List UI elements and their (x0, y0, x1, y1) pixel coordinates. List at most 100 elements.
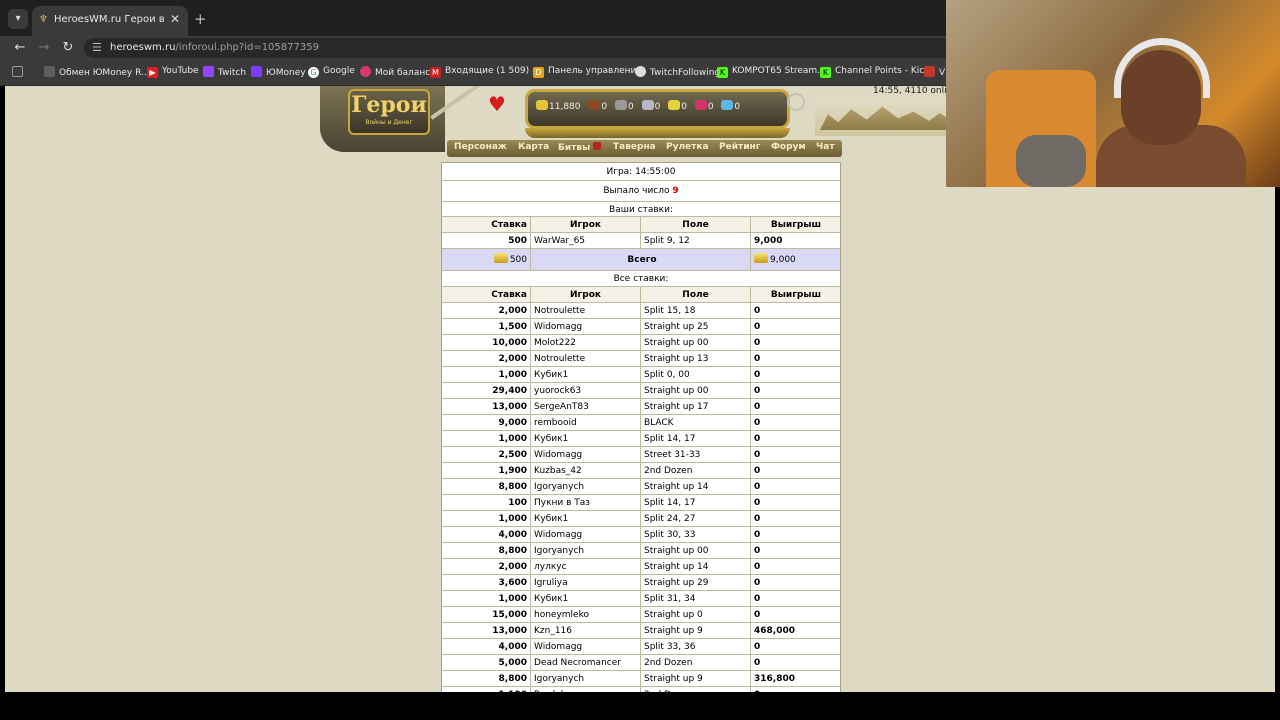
bet-player[interactable]: Пукни в Таз (531, 495, 641, 511)
bookmark-2[interactable]: Twitch (203, 66, 246, 80)
ring-icon[interactable] (787, 93, 805, 111)
apps-icon[interactable] (12, 66, 27, 80)
resources-ornament (525, 128, 790, 138)
bookmark-3[interactable]: ЮMoney (251, 66, 306, 80)
bet-player[interactable]: лулкус (531, 559, 641, 575)
bet-player[interactable]: Igruliya (531, 575, 641, 591)
bet-row: 29,400 yuorock63 Straight up 00 0 (442, 383, 840, 399)
bookmark-10[interactable]: K Channel Points - Kic... (820, 66, 933, 80)
reload-icon[interactable]: ↻ (60, 40, 76, 56)
nav-chat[interactable]: Чат (816, 142, 835, 155)
col-player: Игрок (531, 287, 641, 303)
browser-tab[interactable]: ♆ HeroesWM.ru Герои войны и , ✕ (32, 6, 188, 36)
bet-player[interactable]: SergeAnT83 (531, 399, 641, 415)
bet-win: 0 (754, 322, 761, 332)
nav-rating[interactable]: Рейтинг (719, 142, 760, 155)
nav-map[interactable]: Карта (518, 142, 549, 155)
site-info-icon[interactable]: ☰ (92, 41, 102, 54)
bet-field: Split 14, 17 (641, 431, 751, 447)
bet-row: 2,000 лулкус Straight up 14 0 (442, 559, 840, 575)
bet-player[interactable]: Kzn_116 (531, 623, 641, 639)
bet-player[interactable]: honeymleko (531, 607, 641, 623)
bet-field: 2nd Dozen (641, 463, 751, 479)
bet-stake: 4,000 (442, 639, 531, 655)
bet-win: 9,000 (754, 236, 783, 246)
webcam-cloth (1016, 135, 1086, 187)
bet-win: 0 (754, 658, 761, 668)
screen: ▾ ♆ HeroesWM.ru Герои войны и , ✕ + ← → … (0, 0, 1280, 720)
nav-character[interactable]: Персонаж (454, 142, 507, 155)
bookmark-7[interactable]: D Панель управлени... (533, 66, 645, 80)
bet-player[interactable]: Igoryanych (531, 479, 641, 495)
new-tab-icon[interactable]: + (194, 10, 207, 28)
resources-row: 11,880 0 0 0 0 0 0 (536, 100, 740, 112)
back-icon[interactable]: ← (12, 40, 28, 56)
health-heart-icon[interactable]: ♥ (488, 92, 506, 116)
game-logo[interactable]: Герои Войны и Денег (348, 89, 430, 135)
tab-search-icon[interactable]: ▾ (8, 9, 28, 29)
bookmark-label: Обмен ЮMoney R... (59, 68, 150, 78)
bet-field: Street 31-33 (641, 447, 751, 463)
col-win: Выигрыш (770, 220, 822, 230)
bookmark-1[interactable]: ▶ YouTube (147, 66, 199, 80)
bet-stake: 15,000 (442, 607, 531, 623)
bet-player[interactable]: Kuzbas_42 (531, 463, 641, 479)
total-win-cell: 9,000 (751, 249, 841, 271)
sulfur-icon (668, 100, 681, 110)
col-player: Игрок (531, 217, 641, 233)
bet-player[interactable]: Igoryanych (531, 543, 641, 559)
bet-player[interactable]: Кубик1 (531, 591, 641, 607)
bet-player[interactable]: Notroulette (531, 303, 641, 319)
bet-player[interactable]: Widomagg (531, 319, 641, 335)
nav-roulette[interactable]: Рулетка (666, 142, 709, 155)
bet-row: 13,000 SergeAnT83 Straight up 17 0 (442, 399, 840, 415)
browser-tab-strip: ▾ ♆ HeroesWM.ru Герои войны и , ✕ + (0, 0, 946, 36)
bet-player[interactable]: Кубик1 (531, 511, 641, 527)
bet-stake: 1,900 (442, 463, 531, 479)
forward-icon[interactable]: → (36, 40, 52, 56)
bookmark-4[interactable]: G Google (308, 66, 355, 80)
bet-player[interactable]: Molot222 (531, 335, 641, 351)
bet-player[interactable]: Widomagg (531, 527, 641, 543)
bet-player[interactable]: Кубик1 (531, 431, 641, 447)
wood-amount: 0 (601, 102, 608, 112)
bookmark-6[interactable]: M Входящие (1 509) -... (430, 66, 544, 80)
url-path: /inforoul.php?id=105877359 (175, 42, 319, 53)
total-stake: 500 (509, 255, 527, 265)
page-edge (1275, 187, 1280, 692)
bet-player[interactable]: WarWar_65 (531, 233, 641, 249)
bookmarks-bar: Обмен ЮMoney R... ▶ YouTube Twitch ЮMoney… (0, 60, 951, 86)
bookmark-5[interactable]: Мой баланс (360, 66, 430, 80)
bet-player[interactable]: Кубик1 (531, 367, 641, 383)
bet-player[interactable]: yuorock63 (531, 383, 641, 399)
nav-tavern[interactable]: Таверна (613, 142, 656, 155)
close-icon[interactable]: ✕ (170, 12, 180, 26)
bet-row: 1,900 Kuzbas_42 2nd Dozen 0 (442, 463, 840, 479)
nav-forum[interactable]: Форум (771, 142, 806, 155)
bet-field: Straight up 9 (641, 623, 751, 639)
bookmark-9[interactable]: K KOMPOT65 Stream... (717, 66, 826, 80)
bet-field: Split 9, 12 (641, 233, 751, 249)
bookmark-label: Мой баланс (375, 68, 431, 78)
bet-stake: 1,500 (442, 319, 531, 335)
bet-win: 0 (754, 642, 761, 652)
twitch-icon (203, 66, 214, 77)
bookmark-label: Google (323, 66, 355, 76)
bet-player[interactable]: Dead Necromancer (531, 655, 641, 671)
bookmark-8[interactable]: TwitchFollowing (635, 66, 720, 80)
bet-row: 2,000 Notroulette Split 15, 18 0 (442, 303, 840, 319)
bet-player[interactable]: Widomagg (531, 639, 641, 655)
your-bets-header: Ставка Игрок Поле Выигрыш (442, 217, 840, 233)
url-input[interactable]: ☰ heroeswm.ru/inforoul.php?id=105877359 (84, 38, 946, 58)
bet-field: Straight up 13 (641, 351, 751, 367)
bet-win: 0 (754, 610, 761, 620)
url-host: heroeswm.ru (110, 42, 176, 53)
nav-battles[interactable]: Битвы (558, 142, 602, 155)
bet-player[interactable]: Igoryanych (531, 671, 641, 687)
bookmark-0[interactable]: Обмен ЮMoney R... (44, 66, 150, 80)
bet-player[interactable]: Widomagg (531, 447, 641, 463)
bet-player[interactable]: rembooid (531, 415, 641, 431)
bet-win: 0 (754, 482, 761, 492)
bet-row: 8,800 Igoryanych Straight up 9 316,800 (442, 671, 840, 687)
bet-player[interactable]: Notroulette (531, 351, 641, 367)
